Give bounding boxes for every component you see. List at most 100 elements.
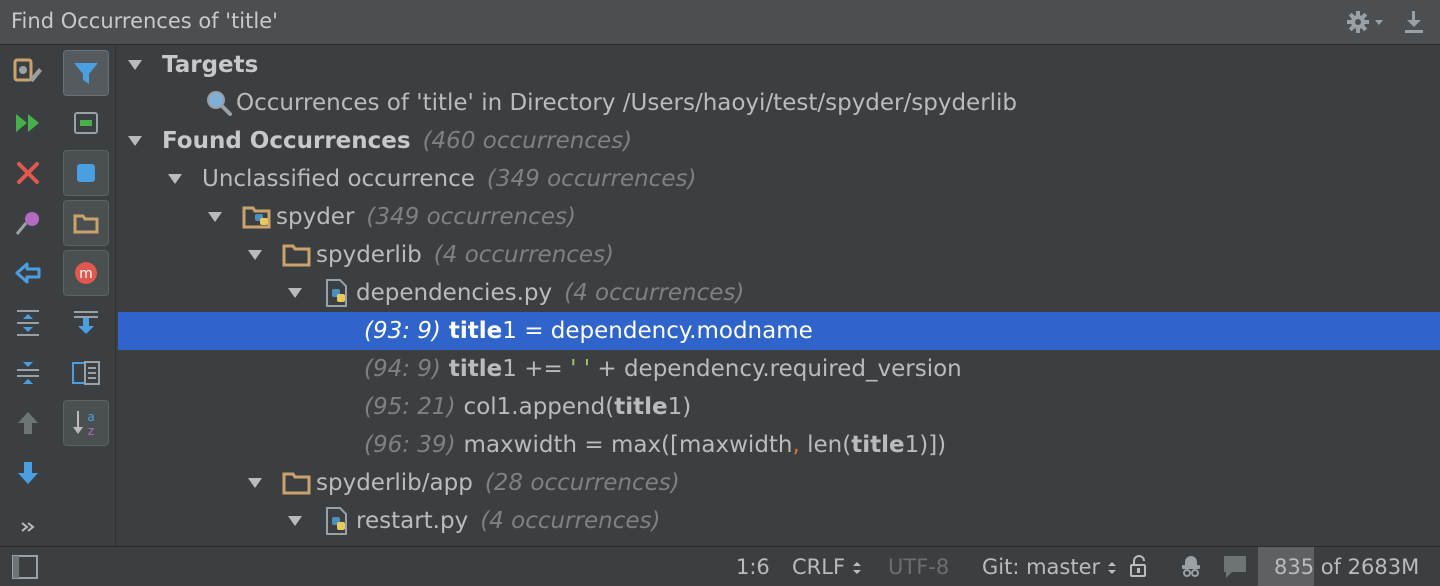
search-icon xyxy=(204,88,234,118)
expanded-triangle-icon[interactable] xyxy=(160,160,190,198)
svg-text:a: a xyxy=(87,410,94,424)
python-file-icon xyxy=(322,278,352,308)
group-by-directory-icon[interactable] xyxy=(63,200,109,246)
tree-node-spyderlib-app[interactable]: spyderlib/app (28 occurrences) xyxy=(118,464,1440,502)
preview-icon[interactable] xyxy=(63,100,109,146)
spyder-label: spyder xyxy=(276,204,355,230)
line-text: col1.append( xyxy=(463,394,615,420)
tree-node-spyder[interactable]: spyder (349 occurrences) xyxy=(118,198,1440,236)
tree-node-found[interactable]: Found Occurrences (460 occurrences) xyxy=(118,122,1440,160)
tree-node-unclassified[interactable]: Unclassified occurrence (349 occurrences… xyxy=(118,160,1440,198)
up-arrow-icon[interactable] xyxy=(5,400,51,446)
rerun-settings-icon[interactable] xyxy=(5,48,51,94)
expand-all-icon[interactable] xyxy=(5,300,51,346)
settings-gear-icon[interactable] xyxy=(1344,8,1388,36)
occurrence-row[interactable]: (95: 21) col1.append( title 1) xyxy=(118,388,1440,426)
line-reference: (95: 21) xyxy=(364,394,456,420)
collapse-all-icon[interactable] xyxy=(5,350,51,396)
python-package-icon xyxy=(242,202,272,232)
line-separator-value: CRLF xyxy=(792,555,846,579)
dependencies-label: dependencies.py xyxy=(356,280,553,306)
spyderlib-count: (4 occurrences) xyxy=(433,242,615,268)
autoscroll-icon[interactable] xyxy=(63,300,109,346)
more-chevron-icon[interactable] xyxy=(5,504,51,550)
targets-label: Targets xyxy=(162,52,259,78)
occurrence-row-selected[interactable]: (93: 9) title 1 = dependency.modname xyxy=(118,312,1440,350)
line-text: 1) xyxy=(667,394,692,420)
tool-window-title: Find Occurrences of 'title' xyxy=(11,9,278,33)
dependencies-count: (4 occurrences) xyxy=(564,280,745,306)
export-icon[interactable] xyxy=(63,350,109,396)
line-text: 1)]) xyxy=(904,432,947,458)
tree-node-spyderlib[interactable]: spyderlib (4 occurrences) xyxy=(118,236,1440,274)
expanded-triangle-icon[interactable] xyxy=(120,122,150,160)
line-separator-selector[interactable]: CRLF xyxy=(792,555,862,579)
caret-position[interactable]: 1:6 xyxy=(736,555,770,579)
occurrence-row[interactable]: (94: 9) title 1 += ' ' + dependency.requ… xyxy=(118,350,1440,388)
line-text: len( xyxy=(799,432,852,458)
updown-chevron-icon xyxy=(852,562,861,574)
tree-node-restart[interactable]: restart.py (4 occurrences) xyxy=(118,502,1440,540)
group-by-module-icon[interactable] xyxy=(63,150,109,196)
target-description: Occurrences of 'title' in Directory /Use… xyxy=(236,90,1018,116)
tree-node-dependencies[interactable]: dependencies.py (4 occurrences) xyxy=(118,274,1440,312)
svg-text:z: z xyxy=(88,424,94,438)
comma-token: , xyxy=(792,432,800,458)
tree-node-target-item[interactable]: Occurrences of 'title' in Directory /Use… xyxy=(118,84,1440,122)
expanded-triangle-icon[interactable] xyxy=(120,46,150,84)
filter-icon[interactable] xyxy=(63,50,109,96)
memory-indicator[interactable]: 835 of 2683M xyxy=(1258,547,1440,586)
tree-node-targets[interactable]: Targets xyxy=(118,46,1440,84)
inspector-icon[interactable] xyxy=(1176,552,1206,586)
python-file-icon xyxy=(322,506,352,536)
match-text: title xyxy=(851,432,905,458)
status-bar: 1:6 CRLF UTF-8 Git: master 835 of 2683M xyxy=(0,546,1440,586)
line-reference: (94: 9) xyxy=(364,356,441,382)
unclassified-count: (349 occurrences) xyxy=(486,166,697,192)
found-count: (460 occurrences) xyxy=(422,128,633,154)
svg-text:m: m xyxy=(79,266,93,282)
git-branch-selector[interactable]: Git: master xyxy=(982,555,1117,579)
folder-icon xyxy=(282,468,312,498)
occurrence-row[interactable]: (96: 39) maxwidth = max([maxwidth , len(… xyxy=(118,426,1440,464)
left-toolbar xyxy=(0,46,56,546)
line-text: 1 = dependency.modname xyxy=(502,318,813,344)
previous-occurrence-icon[interactable] xyxy=(5,250,51,296)
spyderlib-label: spyderlib xyxy=(316,242,422,268)
spyder-count: (349 occurrences) xyxy=(366,204,576,230)
hide-download-icon[interactable] xyxy=(1400,8,1428,36)
lock-icon[interactable] xyxy=(1128,555,1150,584)
line-text: maxwidth = max([maxwidth xyxy=(463,432,793,458)
expanded-triangle-icon[interactable] xyxy=(200,198,230,236)
string-literal: ' ' xyxy=(570,356,591,382)
app-count: (28 occurrences) xyxy=(484,470,680,496)
expanded-triangle-icon[interactable] xyxy=(240,464,270,502)
memory-text: 835 of 2683M xyxy=(1274,555,1420,579)
restart-count: (4 occurrences) xyxy=(480,508,661,534)
updown-chevron-icon xyxy=(1107,562,1116,574)
tool-window-header: Find Occurrences of 'title' xyxy=(0,0,1440,45)
expanded-triangle-icon[interactable] xyxy=(280,274,310,312)
rerun-icon[interactable] xyxy=(5,100,51,146)
file-encoding[interactable]: UTF-8 xyxy=(888,555,949,579)
match-text: title xyxy=(448,318,503,344)
right-toolbar: m a z xyxy=(56,46,116,546)
folder-icon xyxy=(282,240,312,270)
match-text: title xyxy=(448,356,503,382)
event-log-icon[interactable] xyxy=(1222,554,1248,585)
down-arrow-icon[interactable] xyxy=(5,450,51,496)
close-icon[interactable] xyxy=(5,150,51,196)
group-by-method-icon[interactable]: m xyxy=(63,250,109,296)
found-label: Found Occurrences xyxy=(162,128,411,154)
match-text: title xyxy=(614,394,668,420)
restart-label: restart.py xyxy=(356,508,469,534)
tool-windows-toggle-icon[interactable] xyxy=(10,553,40,586)
sort-alpha-icon[interactable]: a z xyxy=(63,400,109,446)
occurrences-tree: Targets Occurrences of 'title' in Direct… xyxy=(118,46,1440,544)
unclassified-label: Unclassified occurrence xyxy=(202,166,475,192)
pin-icon[interactable] xyxy=(5,200,51,246)
app-label: spyderlib/app xyxy=(316,470,473,496)
line-reference: (96: 39) xyxy=(364,432,456,458)
expanded-triangle-icon[interactable] xyxy=(280,502,310,540)
expanded-triangle-icon[interactable] xyxy=(240,236,270,274)
